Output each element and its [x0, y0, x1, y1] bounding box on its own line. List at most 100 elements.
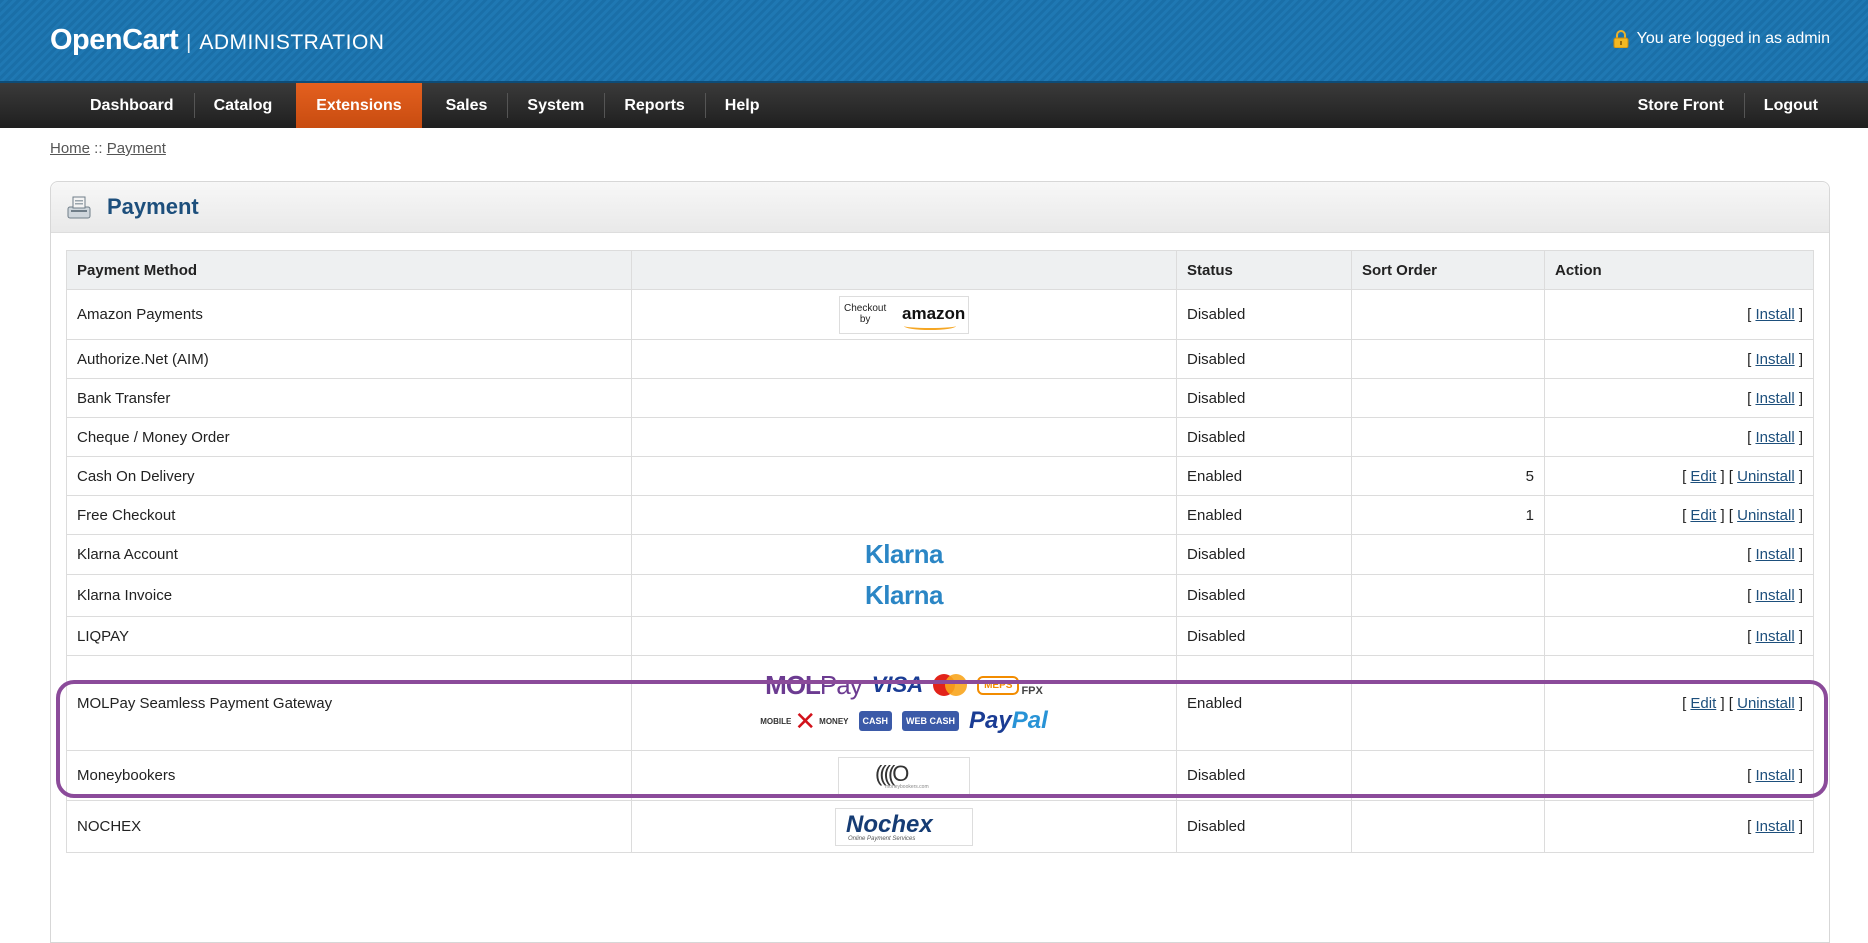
sort-order-cell — [1351, 750, 1545, 801]
menu-item-extensions[interactable]: Extensions — [296, 83, 422, 128]
menu-item-catalog[interactable]: Catalog — [193, 83, 293, 128]
action-cell: [ Install ] — [1544, 417, 1814, 457]
column-header-sort-order[interactable]: Sort Order — [1351, 250, 1545, 290]
login-status-text: You are logged in as admin — [1636, 30, 1830, 47]
install-link[interactable]: Install — [1755, 628, 1794, 645]
menu-item-store-front[interactable]: Store Front — [1618, 83, 1744, 128]
uninstall-link[interactable]: Uninstall — [1737, 468, 1795, 485]
menu-item-dashboard[interactable]: Dashboard — [70, 83, 194, 128]
padlock-icon — [1613, 30, 1629, 48]
table-row: Authorize.Net (AIM) Disabled [ Install ] — [66, 339, 1814, 379]
sort-order-cell: 1 — [1351, 495, 1545, 535]
meps-cash-logo: CASH — [858, 711, 893, 731]
menu-item-sales[interactable]: Sales — [426, 83, 508, 128]
nochex-logo: Nochex Online Payment Services — [835, 807, 973, 846]
visa-logo: VISA — [871, 672, 924, 697]
action-cell: [ Install ] — [1544, 534, 1814, 575]
sort-order-cell — [1351, 417, 1545, 457]
table-row: MOLPay Seamless Payment Gateway MOLPay VIS… — [66, 655, 1814, 751]
main-menu: Dashboard Catalog Extensions Sales System Rep… — [0, 83, 1868, 128]
klarna-logo: Klarna — [865, 539, 943, 569]
sort-order-cell: 5 — [1351, 456, 1545, 496]
table-row: Moneybookers ((((O moneybookers.com Disable… — [66, 750, 1814, 801]
table-header-row: Payment Method Status Sort Order Action — [66, 250, 1814, 290]
column-header-status[interactable]: Status — [1176, 250, 1352, 290]
brand-separator: | — [186, 32, 192, 54]
payment-method-name: MOLPay Seamless Payment Gateway — [66, 655, 632, 751]
payment-method-name: Authorize.Net (AIM) — [66, 339, 632, 379]
payment-icon — [67, 196, 91, 219]
payment-method-name: Cash On Delivery — [66, 456, 632, 496]
action-cell: [ Install ] — [1544, 289, 1814, 340]
payment-method-name: Klarna Account — [66, 534, 632, 575]
install-link[interactable]: Install — [1755, 390, 1794, 407]
sort-order-cell — [1351, 574, 1545, 617]
install-link[interactable]: Install — [1755, 306, 1794, 323]
sort-order-cell — [1351, 655, 1545, 751]
install-link[interactable]: Install — [1755, 818, 1794, 835]
payment-method-logo — [631, 616, 1177, 656]
breadcrumb: Home :: Payment — [50, 140, 166, 157]
molpay-logos: MOLPay VISA MEPS FPX MOBILE ✕ MONEY CASH WEB CAS… — [760, 667, 1048, 739]
action-cell: [ Edit ] [ Uninstall ] — [1544, 655, 1814, 751]
payment-method-logo: Klarna — [631, 534, 1177, 575]
payment-method-name: Free Checkout — [66, 495, 632, 535]
edit-link[interactable]: Edit — [1690, 468, 1716, 485]
menu-item-logout[interactable]: Logout — [1743, 83, 1838, 128]
status-cell: Disabled — [1176, 750, 1352, 801]
install-link[interactable]: Install — [1755, 351, 1794, 368]
payment-method-name: Klarna Invoice — [66, 574, 632, 617]
breadcrumb-payment-link[interactable]: Payment — [107, 140, 166, 157]
amazon-smile-icon — [904, 322, 956, 330]
install-link[interactable]: Install — [1755, 429, 1794, 446]
payment-table: Payment Method Status Sort Order Action … — [66, 250, 1814, 853]
status-cell: Disabled — [1176, 378, 1352, 418]
action-cell: [ Edit ] [ Uninstall ] — [1544, 456, 1814, 496]
klarna-logo: Klarna — [865, 580, 943, 610]
status-cell: Disabled — [1176, 534, 1352, 575]
menu-left: Dashboard Catalog Extensions Sales System Rep… — [70, 83, 779, 128]
status-cell: Disabled — [1176, 289, 1352, 340]
payment-method-name: NOCHEX — [66, 800, 632, 853]
table-row: Amazon Payments Checkout by amazon Disabled [… — [66, 289, 1814, 340]
table-row: Cash On Delivery Enabled 5[ Edit ] [ Unins… — [66, 456, 1814, 496]
mobile-money-logo: MOBILE ✕ MONEY — [760, 705, 849, 736]
amazon-checkout-text: Checkout by — [844, 302, 887, 325]
menu-item-system[interactable]: System — [507, 83, 604, 128]
brand-name[interactable]: OpenCart — [50, 24, 179, 56]
status-cell: Disabled — [1176, 800, 1352, 853]
moneybookers-logo: ((((O moneybookers.com — [838, 756, 970, 795]
menu-item-reports[interactable]: Reports — [604, 83, 704, 128]
install-link[interactable]: Install — [1755, 767, 1794, 784]
page-title: Payment — [107, 194, 199, 219]
app-header: OpenCart | ADMINISTRATION You are logged i… — [0, 0, 1868, 83]
edit-link[interactable]: Edit — [1690, 507, 1716, 524]
payment-method-name: Moneybookers — [66, 750, 632, 801]
payment-method-logo: Klarna — [631, 574, 1177, 617]
install-link[interactable]: Install — [1755, 546, 1794, 563]
install-link[interactable]: Install — [1755, 587, 1794, 604]
uninstall-link[interactable]: Uninstall — [1737, 695, 1795, 712]
meps-logo: MEPS — [977, 675, 1020, 695]
paypal-logo: PayPal — [969, 707, 1048, 734]
action-cell: [ Install ] — [1544, 800, 1814, 853]
status-cell: Enabled — [1176, 456, 1352, 496]
menu-right: Store Front Logout — [1618, 83, 1838, 128]
table-row: Cheque / Money Order Disabled [ Install ] — [66, 417, 1814, 457]
table-row: LIQPAY Disabled [ Install ] — [66, 616, 1814, 656]
column-header-logo — [631, 250, 1177, 290]
edit-link[interactable]: Edit — [1690, 695, 1716, 712]
payment-method-logo: MOLPay VISA MEPS FPX MOBILE ✕ MONEY CASH WEB CAS… — [631, 655, 1177, 751]
action-cell: [ Install ] — [1544, 378, 1814, 418]
sort-order-cell — [1351, 800, 1545, 853]
breadcrumb-home-link[interactable]: Home — [50, 140, 90, 157]
panel-heading: Payment — [51, 182, 1829, 233]
amazon-checkout-logo: Checkout by amazon — [839, 295, 969, 334]
login-status: You are logged in as admin — [1613, 30, 1830, 48]
table-row: Bank Transfer Disabled [ Install ] — [66, 378, 1814, 418]
sort-order-cell — [1351, 616, 1545, 656]
uninstall-link[interactable]: Uninstall — [1737, 507, 1795, 524]
webcash-logo: WEB CASH — [902, 711, 960, 731]
menu-item-help[interactable]: Help — [704, 83, 780, 128]
column-header-method[interactable]: Payment Method — [66, 250, 632, 290]
